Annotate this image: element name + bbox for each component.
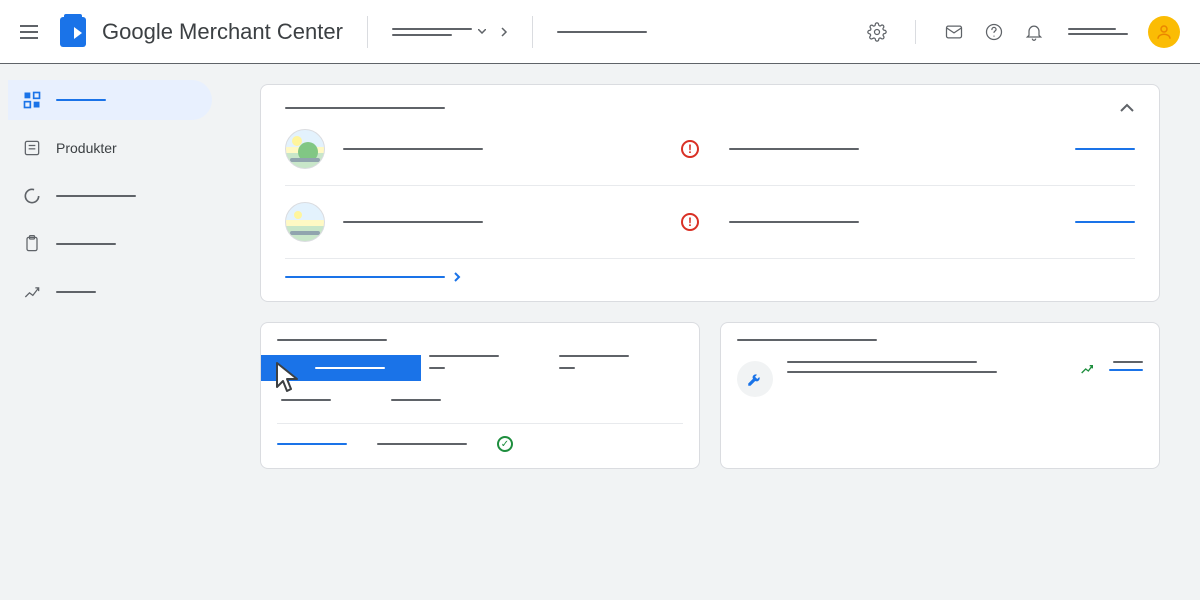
sidebar-item-label: Produkter (56, 140, 117, 156)
issue-title (343, 148, 483, 150)
wrench-icon (746, 370, 764, 388)
sidebar-item-performance[interactable] (8, 176, 212, 216)
issue-action-link[interactable] (1075, 148, 1135, 150)
tool-icon-badge (737, 361, 773, 397)
person-icon (1155, 23, 1173, 41)
list-icon (22, 138, 42, 158)
app-title: Google Merchant Center (102, 19, 343, 45)
menu-toggle[interactable] (20, 20, 44, 44)
trend-up-icon (1079, 361, 1095, 377)
recommendation-title (787, 361, 977, 363)
bell-icon[interactable] (1024, 22, 1044, 42)
product-thumbnail (285, 129, 325, 169)
recommendation-description (787, 371, 997, 373)
issue-description (729, 221, 859, 223)
divider (532, 16, 533, 48)
chevron-right-icon (500, 26, 508, 38)
recommendations-card (720, 322, 1160, 469)
sidebar-item-products[interactable]: Produkter (8, 128, 212, 168)
avatar[interactable] (1148, 16, 1180, 48)
card-title (285, 107, 445, 109)
action-link[interactable] (1109, 369, 1143, 371)
card-title (737, 339, 877, 341)
card-footer: ✓ (277, 423, 683, 452)
main-content: ! ! (220, 64, 1200, 600)
stat-label (559, 355, 629, 357)
collapse-icon[interactable] (1119, 103, 1135, 113)
sidebar-item-overview[interactable] (8, 80, 212, 120)
divider (915, 20, 916, 44)
mail-icon[interactable] (944, 22, 964, 42)
view-all-link[interactable] (285, 271, 1135, 283)
sidebar-item-label (56, 243, 116, 245)
product-thumbnail (285, 202, 325, 242)
account-dropdown[interactable] (392, 26, 508, 38)
divider (367, 16, 368, 48)
selected-metric-tab[interactable] (261, 355, 421, 381)
footer-link[interactable] (277, 443, 347, 445)
stat-value (429, 367, 445, 369)
sidebar-item-label (56, 99, 106, 101)
dashboard-icon (22, 90, 42, 110)
app-header: Google Merchant Center (0, 0, 1200, 64)
stat-label (429, 355, 499, 357)
secondary-label (557, 31, 647, 33)
sidebar-item-tasks[interactable] (8, 224, 212, 264)
gear-icon[interactable] (867, 22, 887, 42)
sidebar-item-growth[interactable] (8, 272, 212, 312)
sidebar: Produkter (0, 64, 220, 600)
merchant-center-logo (60, 17, 86, 47)
footer-text (377, 443, 467, 445)
cursor-icon (273, 361, 305, 397)
issues-card: ! ! (260, 84, 1160, 302)
alert-icon: ! (681, 213, 699, 231)
issue-row[interactable]: ! (285, 186, 1135, 259)
stat-label (281, 399, 331, 401)
help-icon[interactable] (984, 22, 1004, 42)
clipboard-icon (22, 234, 42, 254)
metric-value (1113, 361, 1143, 363)
issue-row[interactable]: ! (285, 113, 1135, 186)
issue-title (343, 221, 483, 223)
user-label (1068, 28, 1128, 35)
stat-value (559, 367, 575, 369)
check-icon: ✓ (497, 436, 513, 452)
chevron-down-icon (478, 29, 486, 34)
chevron-right-icon (453, 271, 461, 283)
stat-label (391, 399, 441, 401)
alert-icon: ! (681, 140, 699, 158)
issue-action-link[interactable] (1075, 221, 1135, 223)
sidebar-item-label (56, 195, 136, 197)
circle-progress-icon (22, 186, 42, 206)
issue-description (729, 148, 859, 150)
trend-icon (22, 282, 42, 302)
stats-card: ✓ (260, 322, 700, 469)
sidebar-item-label (56, 291, 96, 293)
